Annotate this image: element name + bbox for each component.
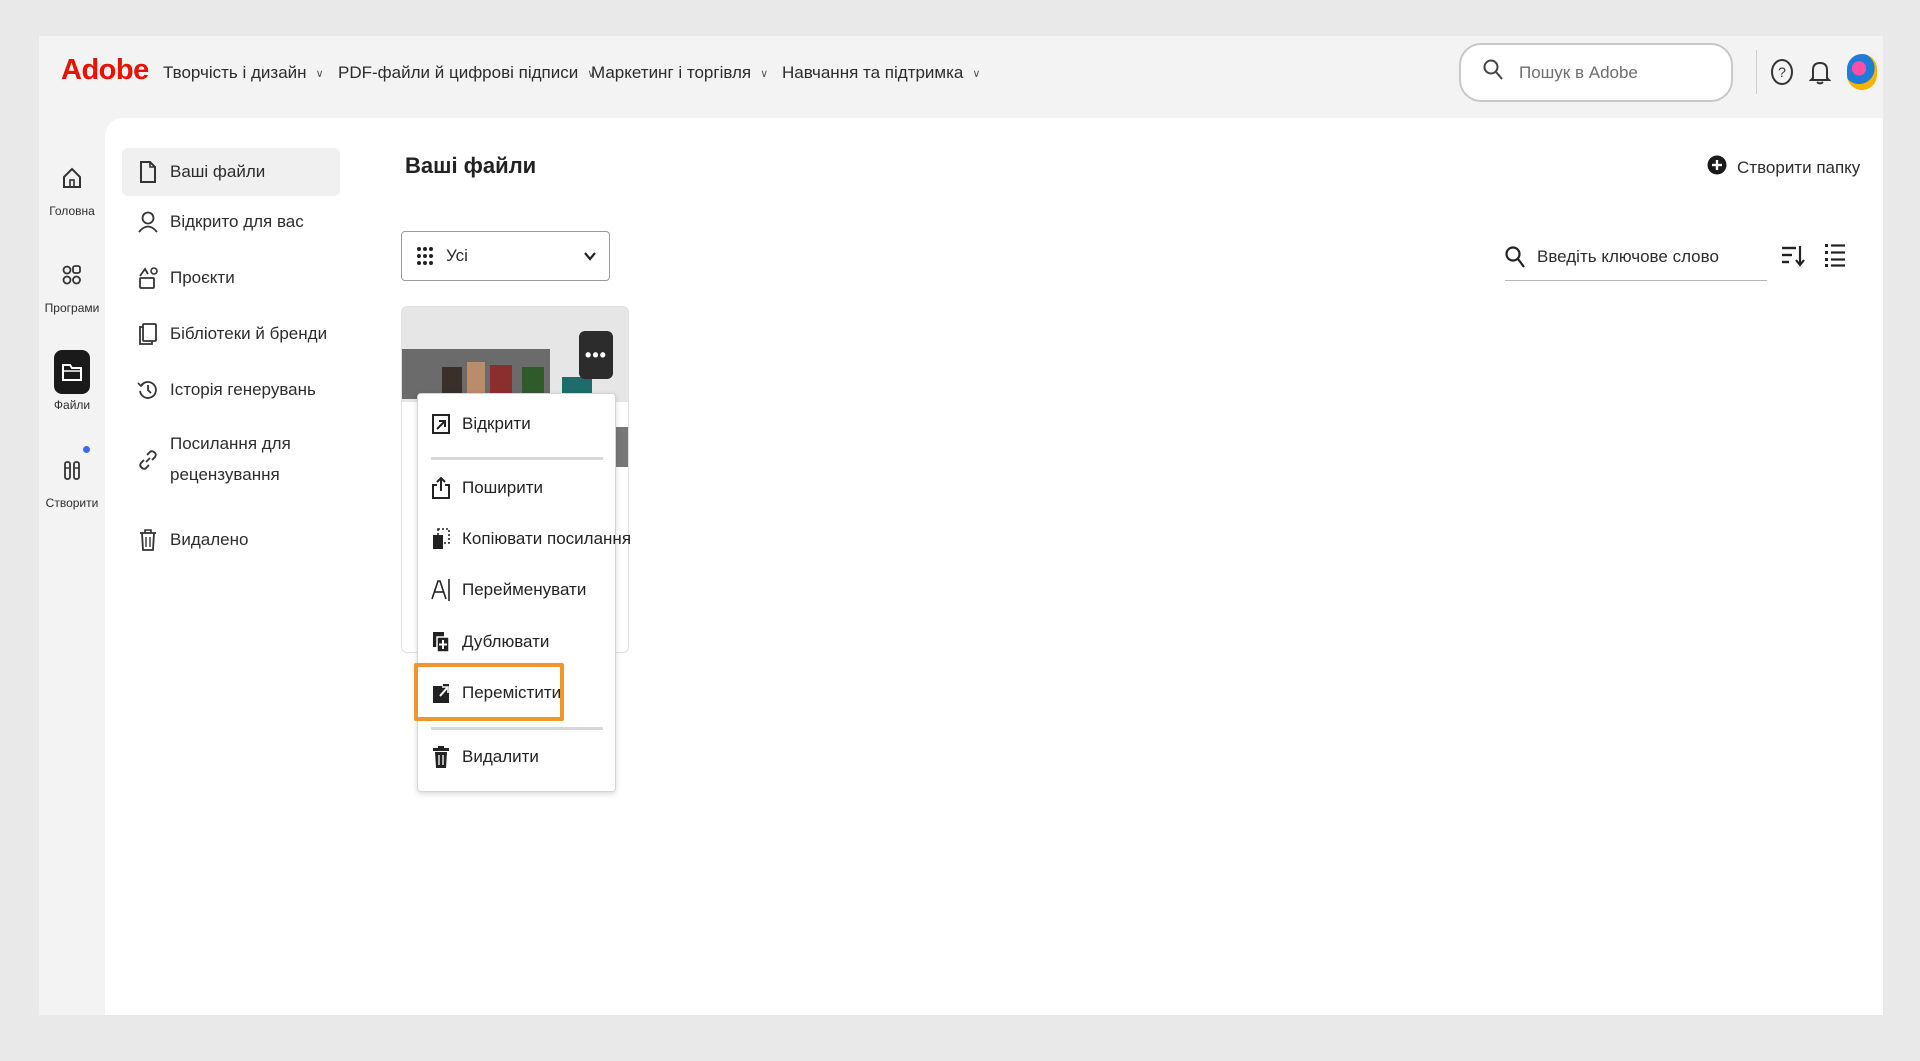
menu-item-label: Видалити [462,747,539,766]
menu-item-share[interactable]: Поширити [418,468,615,508]
menu-item-rename[interactable]: Перейменувати [418,570,615,610]
rail-label: Файли [53,398,91,412]
rail-item-files[interactable]: Файли [39,350,105,412]
apps-icon [54,253,90,297]
chevron-down-icon: ∨ [315,67,324,80]
nav-creativity-design[interactable]: Творчість і дизайн ∨ [163,63,324,83]
context-menu: Відкрити Поширити Копіювати посилання Пе… [417,393,631,792]
sidebar-item-deleted[interactable]: Видалено [122,518,340,562]
page-title: Ваші файли [405,153,537,178]
nav-label: Творчість і дизайн [163,63,307,82]
sidebar-item-libraries[interactable]: Бібліотеки й бренди [122,312,340,356]
adobe-logo[interactable]: Adobe [61,54,149,87]
menu-item-open[interactable]: Відкрити [418,404,615,444]
menu-item-label: Копіювати посилання [462,529,632,548]
trash-icon [136,527,160,553]
sidebar-item-projects[interactable]: Проєкти [122,256,340,300]
nav-label: Маркетинг і торгівля [591,63,752,82]
projects-icon [136,265,160,291]
sidebar-item-label: Проєкти [170,268,235,287]
menu-item-label: Перейменувати [462,580,587,599]
create-icon [54,448,90,492]
sidebar-item-history[interactable]: Історія генерувань [122,368,340,412]
list-view-icon[interactable] [1820,240,1850,270]
bell-icon[interactable] [1806,58,1834,86]
folder-icon [54,350,90,394]
highlight-box [414,663,564,721]
nav-label: Навчання та підтримка [782,63,964,82]
sidebar-item-label: Ваші файли [170,162,266,181]
share-icon [430,476,452,500]
copy-link-icon [430,527,452,551]
menu-item-delete[interactable]: Видалити [418,737,615,777]
global-search-input[interactable] [1517,61,1701,84]
sidebar-item-label: Видалено [170,530,249,549]
app-window: Adobe Творчість і дизайн ∨ PDF-файли й ц… [39,36,1883,1015]
top-bar: Adobe Творчість і дизайн ∨ PDF-файли й ц… [39,36,1883,114]
more-options-button[interactable]: ••• [579,331,613,379]
delete-icon [430,745,452,769]
chevron-down-icon: ∨ [972,67,981,80]
menu-separator [431,457,603,460]
sidebar-item-label: Бібліотеки й бренди [170,324,328,343]
sidebar-item-label: Відкрито для вас [170,212,304,231]
menu-item-label: Дублювати [462,632,550,651]
notification-dot [83,446,90,453]
sidebar-item-shared[interactable]: Відкрито для вас [122,200,340,244]
grid-icon [416,244,434,268]
rail-label: Головна [49,204,95,218]
nav-label: PDF-файли й цифрові підписи [338,63,579,82]
global-search[interactable] [1459,43,1733,102]
sort-icon[interactable] [1778,240,1808,270]
rename-icon [430,578,452,602]
add-circle-icon [1707,154,1727,181]
rail-label: Програми [44,301,100,315]
divider [1756,50,1757,94]
search-icon [1483,59,1503,86]
duplicate-icon [430,630,452,654]
library-icon [136,321,160,347]
menu-separator [431,727,603,730]
sidebar-item-label-line1: Посилання для [170,434,291,453]
nav-learn-support[interactable]: Навчання та підтримка ∨ [782,63,980,83]
rail-item-home[interactable]: Головна [39,156,105,218]
help-icon[interactable]: ? [1768,58,1796,86]
rail-item-apps[interactable]: Програми [39,253,105,315]
keyword-search-input[interactable] [1535,246,1759,268]
type-filter-dropdown[interactable]: Усі [401,231,610,281]
rail-label: Створити [45,496,99,510]
create-folder-button[interactable]: Створити папку [1707,154,1860,181]
nav-pdf-signatures[interactable]: PDF-файли й цифрові підписи ∨ [338,63,595,83]
nav-marketing-commerce[interactable]: Маркетинг і торгівля ∨ [591,63,768,83]
sidebar-item-your-files[interactable]: Ваші файли [122,148,340,196]
sidebar-item-label-line2: рецензування [170,465,280,484]
keyword-search[interactable] [1505,234,1767,281]
menu-item-duplicate[interactable]: Дублювати [418,622,615,662]
chevron-down-icon [583,246,597,271]
file-icon [136,159,160,185]
menu-item-label: Відкрити [462,414,531,433]
svg-text:?: ? [1778,64,1786,80]
home-icon [54,156,90,200]
search-icon [1505,245,1525,269]
chevron-down-icon: ∨ [760,67,769,80]
menu-item-copy-link[interactable]: Копіювати посилання [418,519,631,559]
create-folder-label: Створити папку [1737,157,1861,177]
filter-value: Усі [446,246,468,265]
history-icon [136,377,160,403]
sidebar-item-review-links[interactable]: Посилання для рецензування [122,424,340,494]
sidebar-item-label: Посилання для рецензування [170,428,291,490]
avatar[interactable] [1847,54,1877,90]
rail-item-create[interactable]: Створити [39,446,105,510]
menu-item-label: Поширити [462,478,544,497]
user-icon [136,209,160,235]
open-icon [430,412,452,436]
link-icon [136,446,160,472]
sidebar-item-label: Історія генерувань [170,380,316,399]
